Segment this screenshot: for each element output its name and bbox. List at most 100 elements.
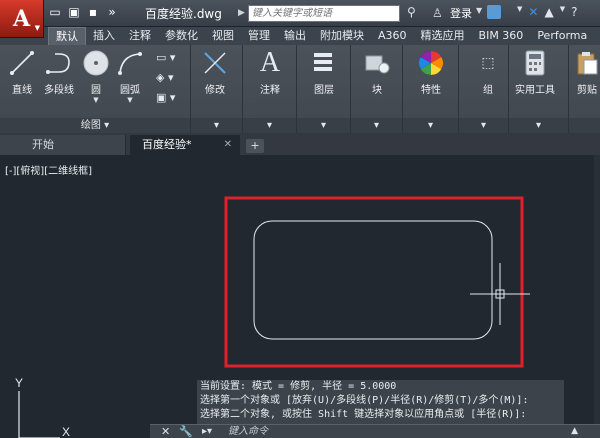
title-bar: ▭ ▣ ▪ » 百度经验.dwg ▶ ⚲ ♙ 登录 ▼ ▼ ✕ ▲ ▼ ? [0,0,600,27]
command-history-line: 选择第一个对象或 [放弃(U)/多段线(P)/半径(R)/修剪(T)/多个(M)… [200,395,529,406]
clipboard-label: 剪贴 [577,85,597,96]
group-tool[interactable]: ⬚ 组 [474,49,502,96]
circle-label: 圆 [91,85,101,96]
tab-parametric[interactable]: 参数化 [158,27,205,45]
login-button[interactable]: 登录 [450,5,472,21]
tab-addins[interactable]: 附加模块 [313,27,371,45]
rectangle-icon[interactable]: ▭ ▾ [156,51,175,64]
tab-view[interactable]: 视图 [205,27,241,45]
draw-panel-footer[interactable]: 绘图 ▾ [0,118,190,133]
tab-manage[interactable]: 管理 [241,27,277,45]
modify-tool[interactable]: 修改 [201,49,229,96]
line-label: 直线 [12,85,32,96]
properties-panel: 特性 ▾ [403,45,459,133]
layers-tool[interactable]: 图层 [310,49,338,96]
properties-tool[interactable]: 特性 [417,49,445,96]
annotation-tool[interactable]: A 注释 [256,47,284,96]
autocad-logo-icon: A [12,5,31,32]
properties-label: 特性 [421,85,441,96]
clipboard-tool[interactable]: 剪贴 [573,49,600,96]
line-tool[interactable]: 直线 [8,49,36,96]
modify-panel-footer[interactable]: ▾ [191,118,242,133]
region-icon[interactable]: ▣ ▾ [156,91,175,104]
tab-a360[interactable]: A360 [371,27,414,45]
tab-performance[interactable]: Performa [530,27,594,45]
properties-panel-footer[interactable]: ▾ [403,118,458,133]
draw-panel: 直线 多段线 圆 ▼ 圆弧 ▼ ▭ ▾ ◈ ▾ ▣ ▾ 绘图 ▾ [0,45,191,133]
annotation-panel: A 注释 ▾ [243,45,297,133]
arc-dropdown-icon[interactable]: ▼ [127,96,132,104]
polyline-tool[interactable]: 多段线 [44,49,74,96]
file-tabs: 开始 百度经验* ✕ + [0,133,600,155]
arc-icon [116,49,144,77]
circle-tool[interactable]: 圆 ▼ [82,49,110,104]
group-label: 组 [483,85,493,96]
help-icon[interactable]: ? [571,5,577,19]
login-dropdown-icon[interactable]: ▼ [476,6,482,15]
application-menu-button[interactable]: A ▼ [0,0,44,38]
tab-insert[interactable]: 插入 [86,27,122,45]
user-icon: ♙ [432,6,443,20]
command-prompt-icon[interactable]: ▸▾ [202,425,212,438]
command-history-line: 当前设置: 模式 = 修剪, 半径 = 5.0000 [200,381,397,392]
utilities-panel: 实用工具 ▾ [509,45,569,133]
color-wheel-icon [417,49,445,77]
tab-featured-apps[interactable]: 精选应用 [414,27,472,45]
draw-panel-label: 绘图 [80,120,101,131]
document-title: 百度经验.dwg [145,7,222,21]
circle-icon [82,49,110,77]
text-a-icon: A [259,47,281,78]
wrench-icon[interactable]: 🔧 [179,425,193,438]
tab-output[interactable]: 输出 [277,27,313,45]
tab-current-drawing[interactable]: 百度经验* ✕ [130,135,240,155]
command-input[interactable] [228,425,558,438]
exchange-x-icon[interactable]: ✕ [528,5,538,19]
binoculars-icon[interactable]: ⚲ [407,5,421,21]
polyline-icon [45,49,73,77]
more-icon[interactable]: » [105,5,119,19]
tab-start[interactable]: 开始 [0,135,126,155]
chevron-up-icon[interactable]: ▲ [571,425,578,438]
tab-bim360[interactable]: BIM 360 [472,27,531,45]
search-input[interactable] [248,5,400,22]
new-tab-button[interactable]: + [246,139,264,153]
clipboard-icon [573,49,600,77]
ribbon-tabs: 默认 插入 注释 参数化 视图 管理 输出 附加模块 A360 精选应用 BIM… [48,27,594,45]
chevron-down-icon[interactable]: ▼ [517,5,522,19]
close-icon[interactable]: ✕ [224,135,232,155]
block-panel-footer[interactable]: ▾ [351,118,402,133]
dropdown-icon[interactable]: ▼ [560,5,565,19]
save-icon[interactable]: ▪ [86,5,100,19]
clipboard-panel-footer[interactable] [569,118,600,133]
calculator-icon [521,49,549,77]
a360-icon[interactable]: ▲ [544,5,553,19]
open-file-icon[interactable]: ▣ [67,5,81,19]
polyline-label: 多段线 [44,85,74,96]
circle-dropdown-icon[interactable]: ▼ [93,96,98,104]
layers-panel: 图层 ▾ [297,45,351,133]
ucs-x-label: X [62,425,70,438]
new-file-icon[interactable]: ▭ [48,5,62,19]
ucs-y-label: Y [15,376,23,390]
close-command-icon[interactable]: ✕ [161,425,170,438]
vertical-scrollbar[interactable] [594,155,600,438]
clipboard-panel: 剪贴 [569,45,600,133]
tab-default[interactable]: 默认 [48,27,86,45]
modify-label: 修改 [205,85,225,96]
ribbon-tabs-bar: 默认 插入 注释 参数化 视图 管理 输出 附加模块 A360 精选应用 BIM… [0,27,600,45]
utilities-tool[interactable]: 实用工具 [515,49,555,96]
line-icon [8,49,36,77]
modify-icon [201,49,229,77]
block-label: 块 [372,85,382,96]
layers-panel-footer[interactable]: ▾ [297,118,350,133]
hatch-icon[interactable]: ◈ ▾ [156,71,175,84]
annotation-panel-footer[interactable]: ▾ [243,118,296,133]
arc-tool[interactable]: 圆弧 ▼ [116,49,144,104]
cart-icon[interactable] [487,5,501,19]
group-panel-footer[interactable]: ▾ [459,118,508,133]
expand-arrow-icon[interactable]: ▶ [238,5,248,21]
layers-icon [310,49,338,77]
block-tool[interactable]: 块 [363,49,391,96]
utilities-panel-footer[interactable]: ▾ [509,118,568,133]
tab-annotate[interactable]: 注释 [122,27,158,45]
